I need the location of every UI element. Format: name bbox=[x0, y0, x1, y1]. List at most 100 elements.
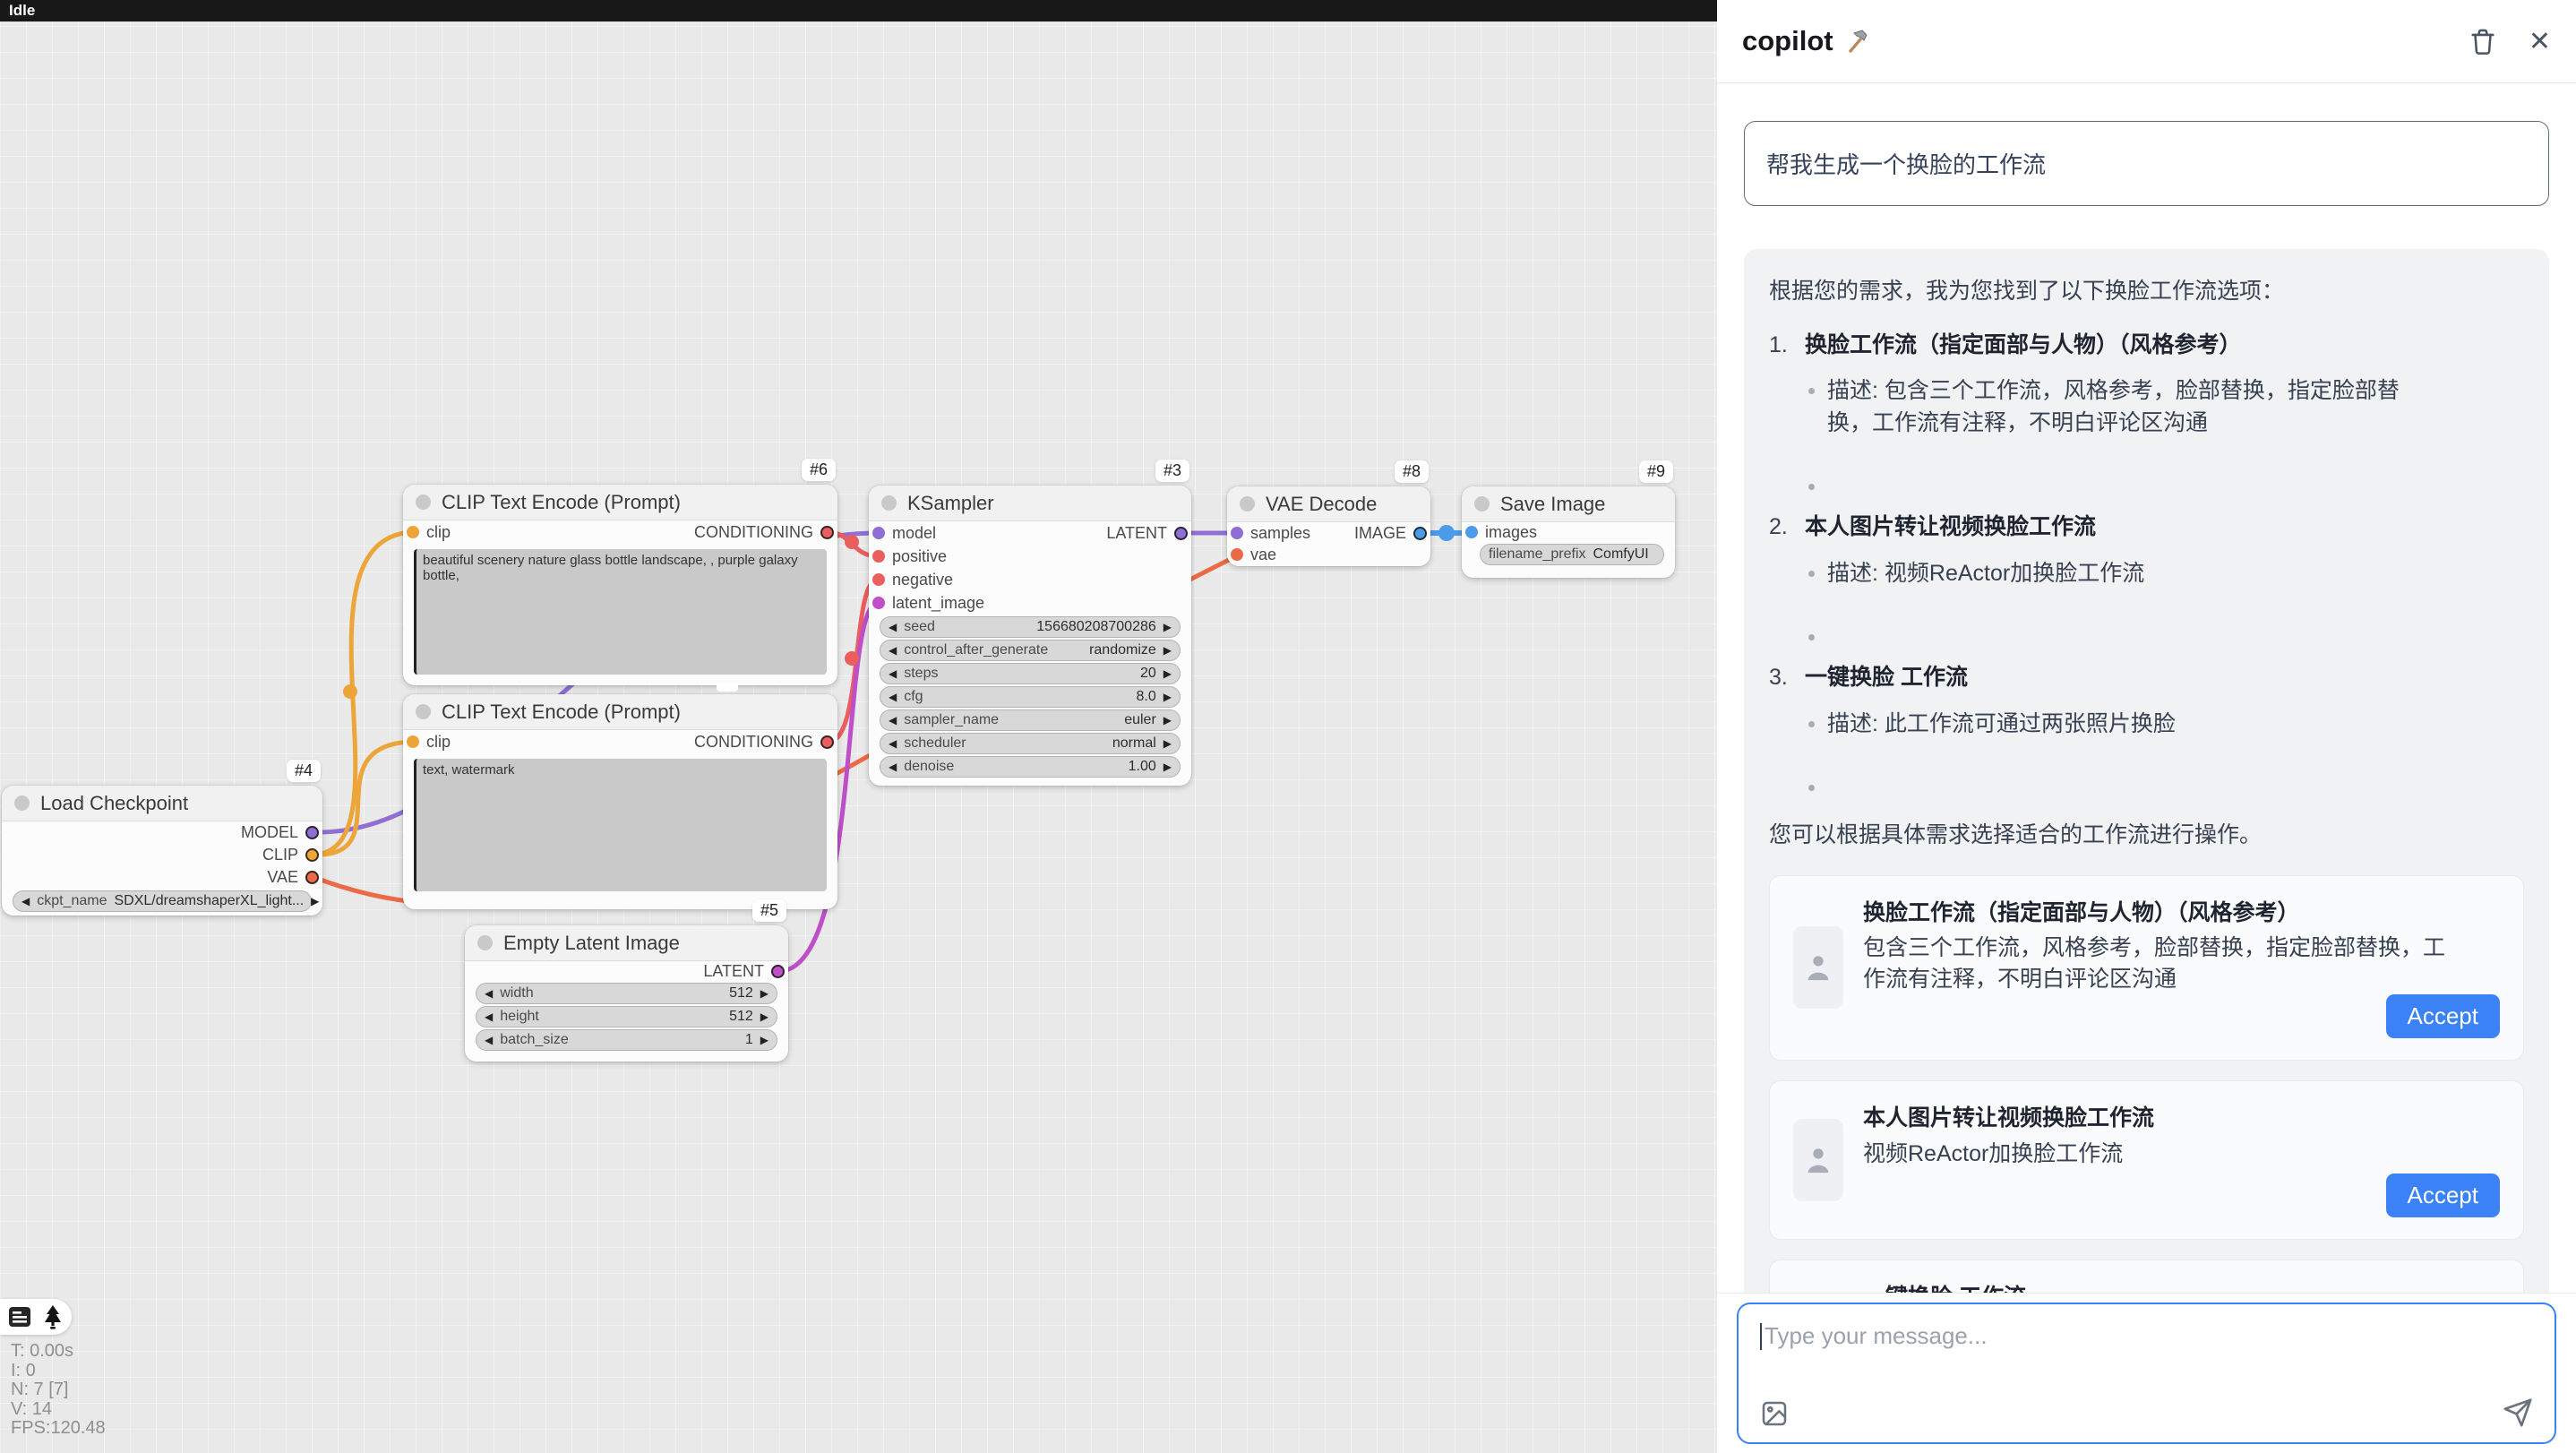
input-label: samples bbox=[1250, 524, 1310, 543]
widget-height[interactable]: ◀ height 512 ▶ bbox=[476, 1006, 777, 1027]
increment-arrow-icon[interactable]: ▶ bbox=[1163, 645, 1172, 656]
increment-arrow-icon[interactable]: ▶ bbox=[1163, 738, 1172, 749]
node-collapse-dot[interactable] bbox=[14, 795, 30, 811]
node-collapse-dot[interactable] bbox=[477, 935, 493, 950]
increment-arrow-icon[interactable]: ▶ bbox=[1163, 668, 1172, 679]
widget-control-after-generate[interactable]: ◀ control_after_generate randomize ▶ bbox=[880, 640, 1181, 661]
node-clip-text-encode-positive[interactable]: #6 CLIP Text Encode (Prompt) clip CONDIT… bbox=[403, 485, 837, 685]
widget-denoise[interactable]: ◀ denoise 1.00 ▶ bbox=[880, 756, 1181, 778]
send-message-button[interactable] bbox=[2503, 1397, 2533, 1428]
node-collapse-dot[interactable] bbox=[881, 495, 897, 511]
prompt-textarea[interactable]: beautiful scenery nature glass bottle la… bbox=[414, 549, 827, 675]
decrement-arrow-icon[interactable]: ◀ bbox=[21, 896, 30, 907]
increment-arrow-icon[interactable]: ▶ bbox=[1163, 692, 1172, 702]
node-canvas[interactable]: Idle #4 Load Checkpoint MODEL CLIP VAE ◀… bbox=[0, 0, 1717, 1453]
decrement-arrow-icon[interactable]: ◀ bbox=[485, 1035, 493, 1045]
output-port-latent[interactable] bbox=[771, 965, 785, 978]
increment-arrow-icon[interactable]: ▶ bbox=[760, 1035, 769, 1045]
output-port-conditioning[interactable] bbox=[820, 526, 834, 539]
log-panel-icon[interactable] bbox=[8, 1305, 31, 1328]
list-item: 2. 本人图片转让视频换脸工作流 描述: 视频ReActor加换脸工作流 bbox=[1769, 512, 2524, 641]
output-label: VAE bbox=[267, 868, 298, 887]
widget-value: 512 bbox=[729, 1009, 753, 1025]
widget-name: ckpt_name bbox=[37, 893, 107, 909]
decrement-arrow-icon[interactable]: ◀ bbox=[485, 1011, 493, 1022]
decrement-arrow-icon[interactable]: ◀ bbox=[889, 761, 897, 772]
increment-arrow-icon[interactable]: ▶ bbox=[311, 896, 319, 907]
accept-button[interactable]: Accept bbox=[2386, 1174, 2501, 1217]
input-label: images bbox=[1485, 523, 1537, 542]
decrement-arrow-icon[interactable]: ◀ bbox=[889, 645, 897, 656]
tree-icon[interactable] bbox=[42, 1304, 64, 1329]
widget-sampler-name[interactable]: ◀ sampler_name euler ▶ bbox=[880, 709, 1181, 731]
output-port-conditioning[interactable] bbox=[820, 735, 834, 749]
bullet-dot bbox=[1808, 388, 1815, 394]
stat-line: T: 0.00s bbox=[11, 1342, 106, 1362]
increment-arrow-icon[interactable]: ▶ bbox=[1163, 761, 1172, 772]
workflow-option-title: 换脸工作流（指定面部与人物）（风格参考） bbox=[1805, 330, 2400, 362]
widget-value: 512 bbox=[729, 985, 753, 1002]
message-input-bar: Type your message... bbox=[1717, 1293, 2576, 1453]
input-port-clip[interactable] bbox=[407, 526, 419, 538]
node-vae-decode[interactable]: #8 VAE Decode samples IMAGE vae bbox=[1227, 486, 1430, 566]
message-input[interactable]: Type your message... bbox=[1737, 1303, 2556, 1444]
widget-batch-size[interactable]: ◀ batch_size 1 ▶ bbox=[476, 1029, 777, 1051]
accept-button[interactable]: Accept bbox=[2386, 994, 2501, 1038]
hidden-badge bbox=[717, 683, 738, 692]
decrement-arrow-icon[interactable]: ◀ bbox=[889, 692, 897, 702]
widget-filename-prefix[interactable]: filename_prefix ComfyUI bbox=[1480, 544, 1664, 565]
input-label: model bbox=[892, 524, 936, 543]
node-collapse-dot[interactable] bbox=[1240, 496, 1255, 512]
output-port-clip[interactable] bbox=[305, 848, 319, 862]
prompt-textarea[interactable]: text, watermark bbox=[414, 759, 827, 891]
node-collapse-dot[interactable] bbox=[416, 494, 431, 510]
increment-arrow-icon[interactable]: ▶ bbox=[760, 1011, 769, 1022]
node-empty-latent-image[interactable]: #5 Empty Latent Image LATENT ◀ width 512… bbox=[465, 925, 788, 1062]
copilot-panel: copilot ✕ 帮我生成一个换脸的工作流 根 bbox=[1717, 0, 2576, 1453]
input-port-positive[interactable] bbox=[872, 550, 885, 563]
increment-arrow-icon[interactable]: ▶ bbox=[1163, 715, 1172, 726]
decrement-arrow-icon[interactable]: ◀ bbox=[485, 988, 493, 999]
decrement-arrow-icon[interactable]: ◀ bbox=[889, 622, 897, 632]
decrement-arrow-icon[interactable]: ◀ bbox=[889, 715, 897, 726]
output-label: MODEL bbox=[241, 823, 298, 842]
input-port-clip[interactable] bbox=[407, 735, 419, 748]
stat-line: I: 0 bbox=[11, 1362, 106, 1381]
input-port-samples[interactable] bbox=[1231, 527, 1243, 539]
list-number: 2. bbox=[1769, 512, 1805, 641]
input-port-negative[interactable] bbox=[872, 573, 885, 586]
node-collapse-dot[interactable] bbox=[1474, 496, 1490, 512]
output-port-vae[interactable] bbox=[305, 871, 319, 884]
clear-chat-trash-button[interactable] bbox=[2468, 25, 2498, 57]
node-save-image[interactable]: #9 Save Image images filename_prefix Com… bbox=[1462, 486, 1675, 578]
close-panel-button[interactable]: ✕ bbox=[2529, 26, 2551, 57]
widget-cfg[interactable]: ◀ cfg 8.0 ▶ bbox=[880, 686, 1181, 708]
decrement-arrow-icon[interactable]: ◀ bbox=[889, 738, 897, 749]
output-port-latent[interactable] bbox=[1174, 527, 1188, 540]
node-collapse-dot[interactable] bbox=[416, 704, 431, 719]
widget-seed[interactable]: ◀ seed 156680208700286 ▶ bbox=[880, 616, 1181, 638]
widget-value: 1.00 bbox=[1129, 759, 1156, 775]
widget-scheduler[interactable]: ◀ scheduler normal ▶ bbox=[880, 733, 1181, 754]
chat-scroll-area[interactable]: 帮我生成一个换脸的工作流 根据您的需求，我为您找到了以下换脸工作流选项： 1. … bbox=[1717, 83, 2576, 1293]
attach-image-button[interactable] bbox=[1760, 1399, 1789, 1428]
node-title: Save Image bbox=[1500, 493, 1605, 516]
input-port-latent-image[interactable] bbox=[872, 597, 885, 609]
input-port-model[interactable] bbox=[872, 527, 885, 539]
output-port-image[interactable] bbox=[1413, 527, 1427, 540]
node-load-checkpoint[interactable]: #4 Load Checkpoint MODEL CLIP VAE ◀ ckpt… bbox=[2, 786, 322, 916]
widget-width[interactable]: ◀ width 512 ▶ bbox=[476, 983, 777, 1004]
widget-steps[interactable]: ◀ steps 20 ▶ bbox=[880, 663, 1181, 684]
increment-arrow-icon[interactable]: ▶ bbox=[760, 988, 769, 999]
widget-name: steps bbox=[904, 666, 938, 682]
input-port-vae[interactable] bbox=[1231, 548, 1243, 561]
increment-arrow-icon[interactable]: ▶ bbox=[1163, 622, 1172, 632]
decrement-arrow-icon[interactable]: ◀ bbox=[889, 668, 897, 679]
node-ksampler[interactable]: #3 KSampler model LATENT positive negati… bbox=[869, 486, 1191, 786]
input-port-images[interactable] bbox=[1465, 526, 1478, 538]
list-number: 1. bbox=[1769, 330, 1805, 491]
output-port-model[interactable] bbox=[305, 826, 319, 839]
widget-value: randomize bbox=[1089, 642, 1156, 658]
widget-ckpt-name[interactable]: ◀ ckpt_name SDXL/dreamshaperXL_light... … bbox=[13, 890, 312, 912]
node-clip-text-encode-negative[interactable]: CLIP Text Encode (Prompt) clip CONDITION… bbox=[403, 694, 837, 909]
